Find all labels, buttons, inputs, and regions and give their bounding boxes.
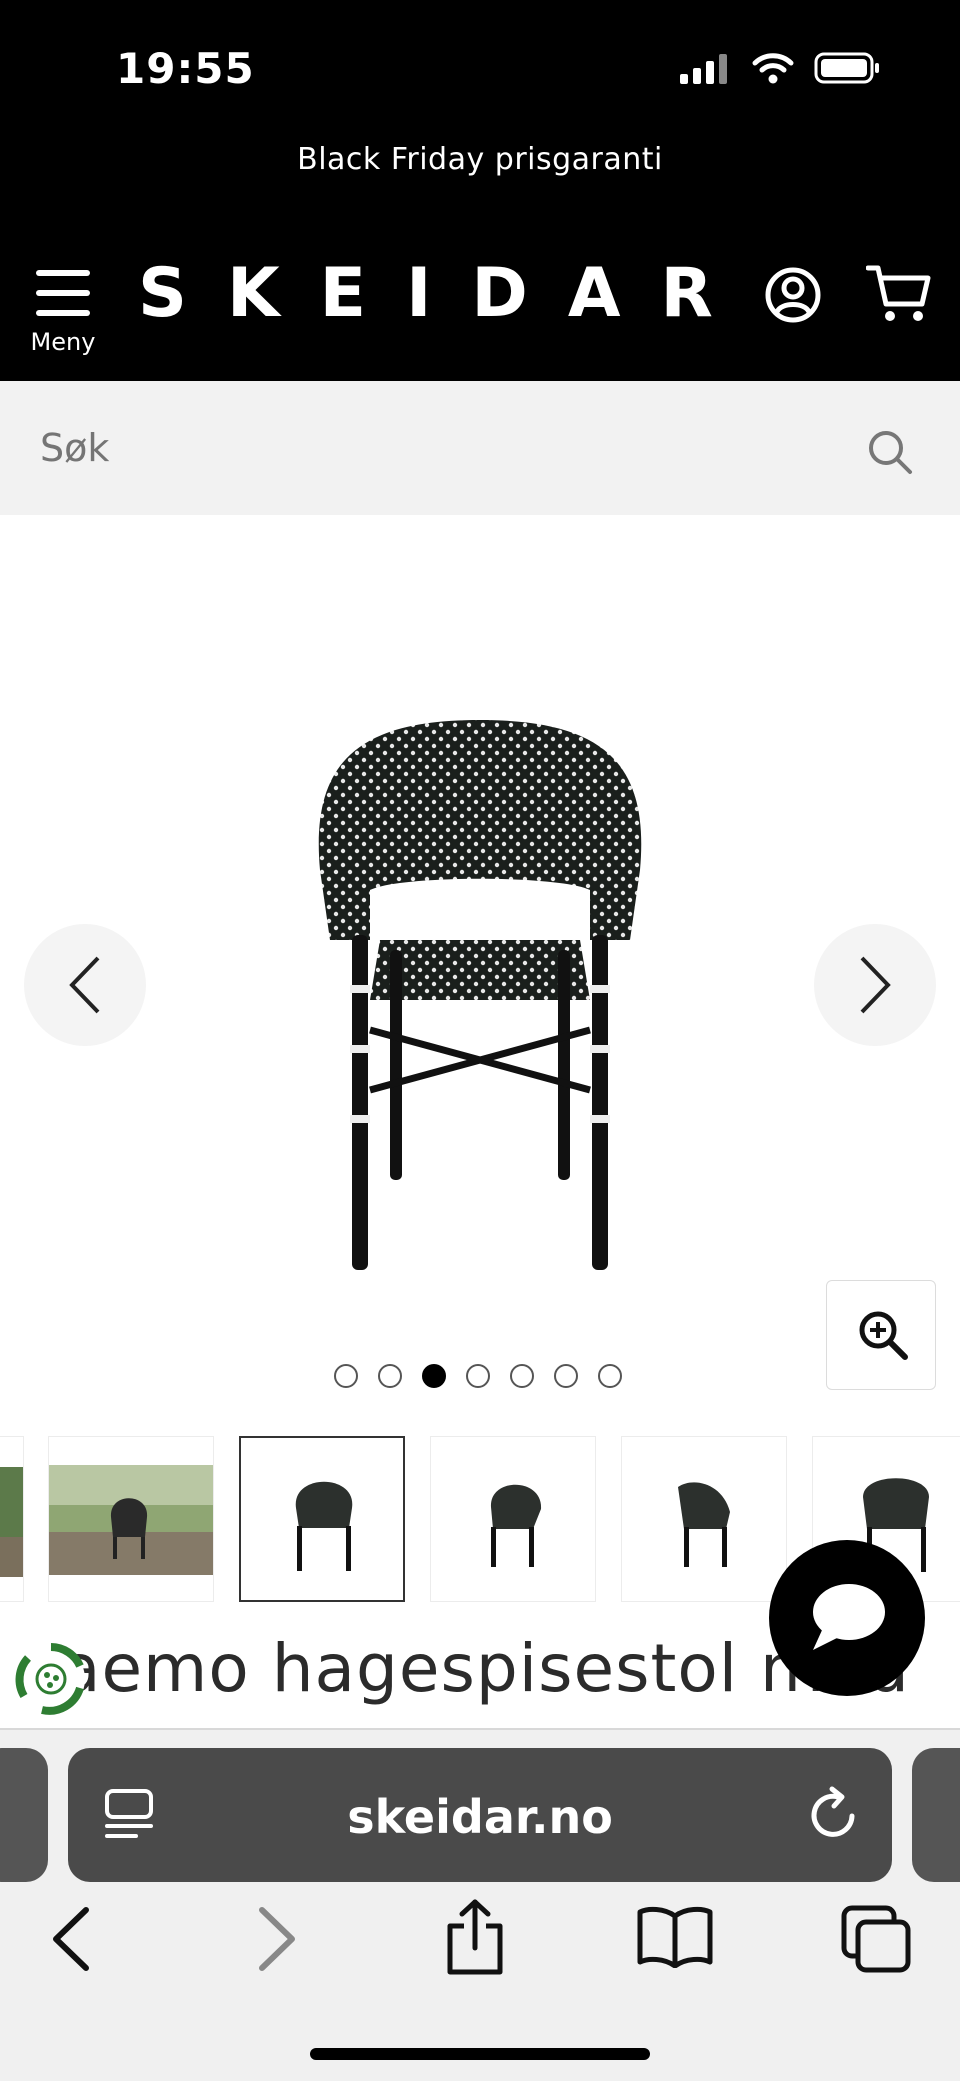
search-icon[interactable]	[866, 428, 914, 476]
gallery-dots	[334, 1364, 622, 1388]
share-icon[interactable]	[444, 1898, 506, 1978]
cart-icon[interactable]	[866, 262, 932, 324]
tabs-icon[interactable]	[840, 1904, 912, 1974]
gallery-next-button[interactable]	[814, 924, 936, 1046]
back-icon[interactable]	[46, 1904, 96, 1974]
status-time: 19:55	[116, 44, 255, 93]
chevron-left-icon	[69, 956, 100, 1014]
search-bar	[0, 381, 960, 515]
gallery-dot[interactable]	[554, 1364, 578, 1388]
zoom-button[interactable]	[826, 1280, 936, 1390]
thumbnail-3-selected[interactable]	[239, 1436, 405, 1602]
home-indicator[interactable]	[310, 2048, 650, 2060]
gallery-dot[interactable]	[598, 1364, 622, 1388]
status-icons	[680, 52, 880, 84]
user-account-icon[interactable]	[764, 266, 822, 324]
browser-tab-next[interactable]	[912, 1748, 960, 1882]
thumbnail-5[interactable]	[621, 1436, 787, 1602]
menu-label: Meny	[30, 328, 96, 356]
thumbnail-4[interactable]	[430, 1436, 596, 1602]
promo-banner[interactable]: Black Friday prisgaranti	[0, 142, 960, 177]
chat-bubble-icon	[813, 1584, 885, 1650]
gallery-dot[interactable]	[466, 1364, 490, 1388]
thumbnail-2[interactable]	[48, 1436, 214, 1602]
zoom-in-icon	[859, 1311, 908, 1360]
url-text: skeidar.no	[347, 1790, 613, 1844]
menu-button[interactable]: Meny	[28, 268, 98, 358]
gallery-dot-active[interactable]	[422, 1364, 446, 1388]
site-logo[interactable]: SKEIDAR	[138, 254, 753, 333]
chat-button[interactable]	[769, 1540, 925, 1696]
browser-tab-previous[interactable]	[0, 1748, 48, 1882]
gallery-dot[interactable]	[378, 1364, 402, 1388]
chevron-right-icon	[860, 956, 891, 1014]
gallery-dot[interactable]	[510, 1364, 534, 1388]
bookmarks-icon[interactable]	[636, 1906, 714, 1968]
address-bar[interactable]: skeidar.no	[68, 1748, 892, 1882]
hamburger-icon	[36, 268, 90, 318]
thumbnail-1[interactable]	[0, 1436, 24, 1602]
gallery-prev-button[interactable]	[24, 924, 146, 1046]
search-input[interactable]	[40, 405, 840, 491]
forward-icon[interactable]	[252, 1904, 302, 1974]
signal-icon	[680, 54, 727, 84]
gallery-dot[interactable]	[334, 1364, 358, 1388]
product-image-chair[interactable]	[290, 700, 670, 1270]
battery-icon	[814, 52, 879, 84]
sustainability-icon[interactable]	[14, 1642, 88, 1716]
wifi-icon	[752, 53, 794, 84]
reload-icon[interactable]	[808, 1786, 860, 1842]
site-header: 19:55 Black Friday prisgaranti Meny SKEI…	[0, 0, 960, 381]
